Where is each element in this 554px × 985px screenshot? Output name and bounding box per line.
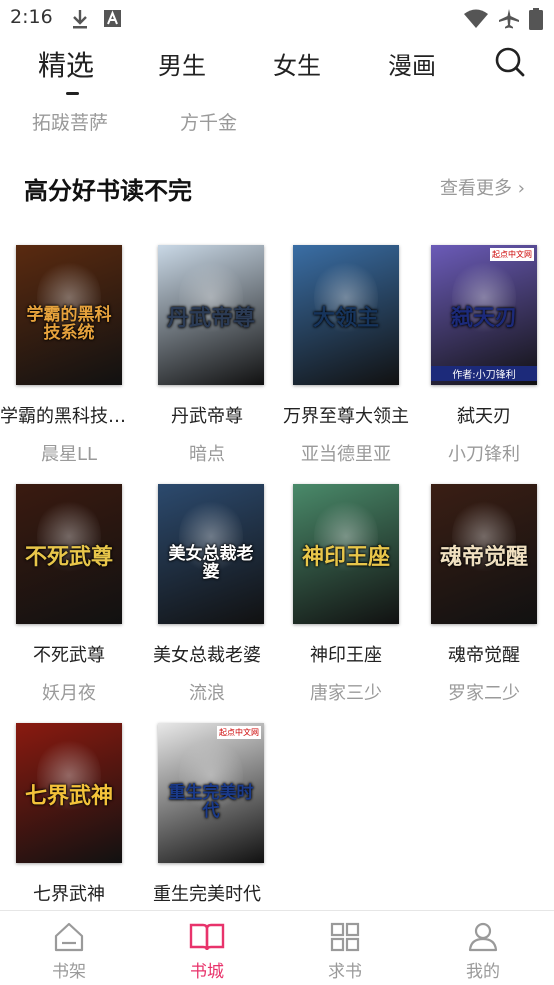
- book-title[interactable]: 重生完美时代: [138, 880, 276, 906]
- tab-featured[interactable]: 精选: [38, 44, 94, 84]
- nav-label: 我的: [466, 962, 500, 982]
- cover-title: 魂帝觉醒: [439, 545, 528, 570]
- site-badge: 起点中文网: [490, 248, 534, 261]
- nav-label: 书架: [52, 962, 86, 982]
- status-time: 2:16: [10, 6, 53, 28]
- book-author: 晨星LL: [40, 444, 98, 465]
- book-title[interactable]: 弑天刃: [415, 402, 553, 428]
- book-cover[interactable]: 弑天刃 起点中文网作者:小刀锋利: [431, 245, 537, 385]
- book-open-icon: [189, 923, 225, 951]
- wifi-icon: [464, 9, 488, 28]
- cover-title: 弑天刃: [450, 306, 517, 331]
- nav-bookshelf[interactable]: 书架: [0, 911, 138, 985]
- book-author: 亚当德里亚: [301, 444, 391, 465]
- cover-title: 大领主: [312, 306, 379, 331]
- book-title[interactable]: 学霸的黑科技系统: [0, 402, 138, 428]
- airplane-icon: [499, 9, 519, 29]
- tab-comics[interactable]: 漫画: [388, 46, 436, 81]
- status-bar: 2:16: [0, 0, 554, 38]
- bottom-nav: 书架 书城 求书 我的: [0, 910, 554, 985]
- cover-title: 七界武神: [24, 784, 113, 809]
- cover-byline: 作者:小刀锋利: [431, 366, 537, 381]
- book-author: 妖月夜: [42, 683, 96, 704]
- text-app-icon: [104, 10, 121, 27]
- book-cover[interactable]: 学霸的黑科技系统: [16, 245, 122, 385]
- prev-author: 方千金: [180, 112, 238, 134]
- book-title[interactable]: 魂帝觉醒: [415, 641, 553, 667]
- battery-icon: [529, 8, 543, 30]
- book-cover[interactable]: 大领主: [293, 245, 399, 385]
- cover-title: 丹武帝尊: [166, 306, 255, 331]
- book-title[interactable]: 丹武帝尊: [138, 402, 276, 428]
- cover-title: 重生完美时代: [168, 783, 254, 821]
- book-cover[interactable]: 魂帝觉醒: [431, 484, 537, 624]
- book-title[interactable]: 神印王座: [277, 641, 415, 667]
- book-author: 罗家二少: [448, 683, 520, 704]
- prev-author: 拓跋菩萨: [32, 112, 109, 134]
- see-more-link[interactable]: 查看更多 ›: [440, 174, 525, 200]
- tab-female[interactable]: 女生: [273, 46, 321, 81]
- book-cover[interactable]: 丹武帝尊: [158, 245, 264, 385]
- book-title[interactable]: 美女总裁老婆: [138, 641, 276, 667]
- download-icon: [73, 10, 87, 29]
- nav-request[interactable]: 求书: [276, 911, 414, 985]
- search-icon[interactable]: [494, 46, 526, 78]
- cover-title: 美女总裁老婆: [168, 544, 254, 582]
- book-author: 小刀锋利: [448, 444, 520, 465]
- tab-male[interactable]: 男生: [158, 46, 206, 81]
- nav-label: 书城: [190, 962, 224, 982]
- book-author: 暗点: [189, 444, 225, 465]
- book-cover[interactable]: 不死武尊: [16, 484, 122, 624]
- book-title[interactable]: 七界武神: [0, 880, 138, 906]
- nav-label: 求书: [328, 962, 362, 982]
- book-cover[interactable]: 七界武神: [16, 723, 122, 863]
- site-badge: 起点中文网: [217, 726, 261, 739]
- nav-profile[interactable]: 我的: [414, 911, 552, 985]
- book-cover[interactable]: 重生完美时代 起点中文网: [158, 723, 264, 863]
- user-icon: [468, 922, 498, 952]
- book-cover[interactable]: 美女总裁老婆: [158, 484, 264, 624]
- category-tabs: 精选 男生 女生 漫画: [0, 38, 554, 108]
- cover-title: 学霸的黑科技系统: [26, 305, 112, 343]
- grid-icon: [330, 922, 360, 952]
- section-title: 高分好书读不完: [24, 177, 192, 205]
- tab-active-indicator: [66, 92, 79, 95]
- nav-bookstore[interactable]: 书城: [138, 911, 276, 985]
- book-author: 唐家三少: [310, 683, 382, 704]
- cover-title: 不死武尊: [24, 545, 113, 570]
- content-scroll[interactable]: 拓跋菩萨 方千金 高分好书读不完 查看更多 › 学霸的黑科技系统 学霸的黑科技系统…: [0, 108, 554, 910]
- bookshelf-icon: [54, 922, 84, 952]
- cover-title: 神印王座: [301, 545, 390, 570]
- book-cover[interactable]: 神印王座: [293, 484, 399, 624]
- book-title[interactable]: 万界至尊大领主: [277, 402, 415, 428]
- book-author: 流浪: [189, 683, 225, 704]
- book-title[interactable]: 不死武尊: [0, 641, 138, 667]
